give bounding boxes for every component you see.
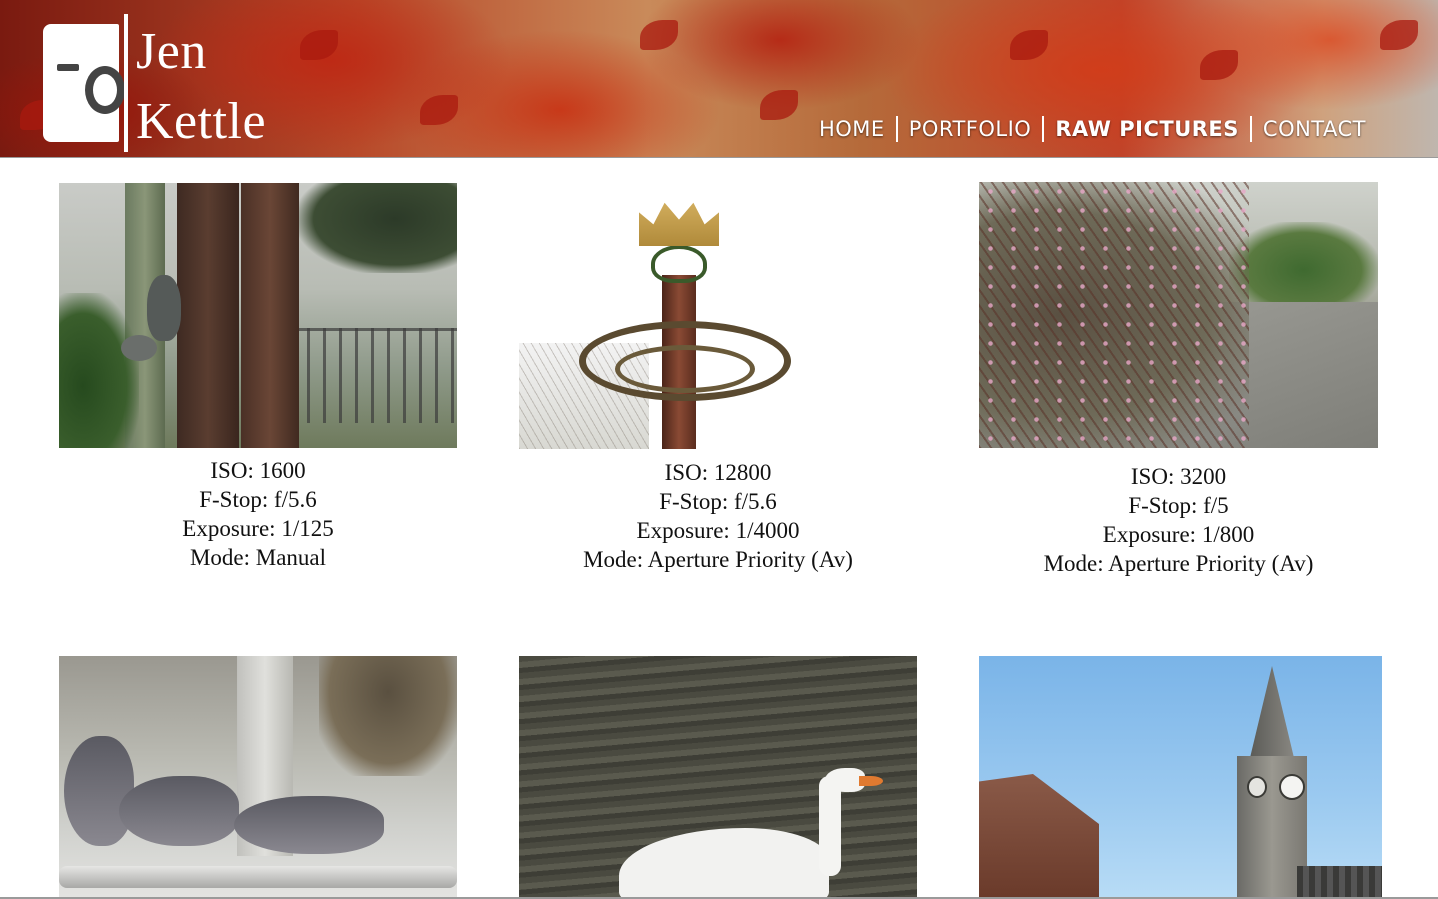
- fstop-label: F-Stop: [199, 487, 262, 512]
- mode-line: Mode: Aperture Priority (Av): [583, 547, 853, 572]
- blossom-photo[interactable]: [979, 182, 1378, 448]
- nav-separator: [895, 116, 898, 142]
- mode-label: Mode: [583, 547, 637, 572]
- iso-label: ISO: [664, 460, 702, 485]
- photo-caption: ISO: 1600 F-Stop: f/5.6 Exposure: 1/125 …: [59, 456, 457, 572]
- foliage: [299, 183, 457, 273]
- clock-tower-photo[interactable]: [979, 656, 1382, 899]
- exposure-label: Exposure: [182, 516, 270, 541]
- fstop-value: f/5.6: [273, 487, 317, 512]
- nav-separator: [1249, 116, 1252, 142]
- iso-value: 12800: [713, 460, 772, 485]
- iso-line: ISO: 12800: [664, 460, 772, 485]
- leaf-decoration: [640, 20, 678, 50]
- site-logo[interactable]: Jen Kettle: [40, 14, 280, 152]
- fstop-label: F-Stop: [1128, 493, 1191, 518]
- iso-value: 1600: [259, 458, 306, 483]
- nav-portfolio[interactable]: PORTFOLIO: [909, 117, 1032, 141]
- exposure-value: 1/800: [1201, 522, 1255, 547]
- iso-line: ISO: 3200: [1130, 464, 1227, 489]
- tree-trunk: [241, 183, 299, 448]
- background-trees: [319, 656, 457, 776]
- squirrel: [147, 275, 181, 341]
- exposure-value: 1/4000: [735, 518, 800, 543]
- main-nav: HOME PORTFOLIO RAW PICTURES CONTACT: [819, 116, 1366, 142]
- crown-base: [651, 245, 707, 283]
- camera-icon: [43, 24, 125, 142]
- nav-contact[interactable]: CONTACT: [1263, 117, 1366, 141]
- leaf-decoration: [1200, 50, 1238, 80]
- leaf-decoration: [1380, 20, 1418, 50]
- squirrel-tail: [121, 335, 157, 361]
- exposure-line: Exposure: 1/4000: [636, 518, 800, 543]
- mode-value: Manual: [255, 545, 327, 570]
- clock-face: [1279, 774, 1305, 800]
- iso-line: ISO: 1600: [210, 458, 306, 483]
- photo-caption: ISO: 3200 F-Stop: f/5 Exposure: 1/800 Mo…: [979, 462, 1378, 578]
- exposure-line: Exposure: 1/800: [1102, 522, 1255, 547]
- crown: [639, 202, 719, 246]
- logo-last-name: Kettle: [136, 93, 267, 150]
- exposure-value: 1/125: [281, 516, 334, 541]
- site-header: Jen Kettle HOME PORTFOLIO RAW PICTURES C…: [0, 0, 1438, 158]
- pigeon: [119, 776, 239, 846]
- photo-caption: ISO: 12800 F-Stop: f/5.6 Exposure: 1/400…: [519, 458, 917, 574]
- nav-home[interactable]: HOME: [819, 117, 885, 141]
- mode-label: Mode: [1043, 551, 1098, 576]
- exposure-label: Exposure: [636, 518, 724, 543]
- rail: [59, 866, 457, 888]
- mode-label: Mode: [189, 545, 244, 570]
- ornament-ring: [615, 345, 755, 393]
- logo-divider: [124, 14, 128, 152]
- pigeon: [64, 736, 134, 846]
- nav-separator: [1042, 116, 1045, 142]
- pigeon: [234, 796, 384, 854]
- crown-photo[interactable]: [519, 183, 917, 449]
- swan-photo[interactable]: [519, 656, 917, 899]
- fstop-value: f/5: [1203, 493, 1229, 518]
- blossom-flowers: [979, 182, 1249, 448]
- mode-line: Mode: Aperture Priority (Av): [1043, 551, 1314, 576]
- fstop-line: F-Stop: f/5: [1128, 493, 1229, 518]
- camera-lens: [85, 66, 125, 114]
- building: [1297, 866, 1382, 899]
- leaf-decoration: [300, 30, 338, 60]
- hedge: [1229, 222, 1378, 302]
- leaf-decoration: [1010, 30, 1048, 60]
- leaf-decoration: [760, 90, 798, 120]
- fstop-line: F-Stop: f/5.6: [199, 487, 317, 512]
- fstop-line: F-Stop: f/5.6: [659, 489, 777, 514]
- clock-face: [1247, 776, 1267, 798]
- mode-value: Aperture Priority (Av): [1108, 551, 1314, 576]
- building: [979, 774, 1099, 899]
- tree-trunk: [177, 183, 239, 448]
- mode-value: Aperture Priority (Av): [647, 547, 853, 572]
- mode-line: Mode: Manual: [189, 545, 327, 570]
- logo-first-name: Jen: [136, 23, 207, 80]
- exposure-label: Exposure: [1102, 522, 1190, 547]
- fstop-value: f/5.6: [733, 489, 777, 514]
- nav-raw-pictures[interactable]: RAW PICTURES: [1055, 117, 1239, 141]
- squirrel-photo[interactable]: [59, 183, 457, 448]
- iso-label: ISO: [1130, 464, 1168, 489]
- leaf-decoration: [420, 95, 458, 125]
- exposure-line: Exposure: 1/125: [182, 516, 334, 541]
- fstop-label: F-Stop: [659, 489, 722, 514]
- pigeons-photo[interactable]: [59, 656, 457, 899]
- camera-slot: [57, 64, 79, 71]
- swan-beak: [859, 776, 883, 786]
- swan-body: [619, 828, 829, 899]
- iso-value: 3200: [1180, 464, 1227, 489]
- ivy: [59, 293, 139, 448]
- spire: [1249, 666, 1295, 762]
- iso-label: ISO: [210, 458, 248, 483]
